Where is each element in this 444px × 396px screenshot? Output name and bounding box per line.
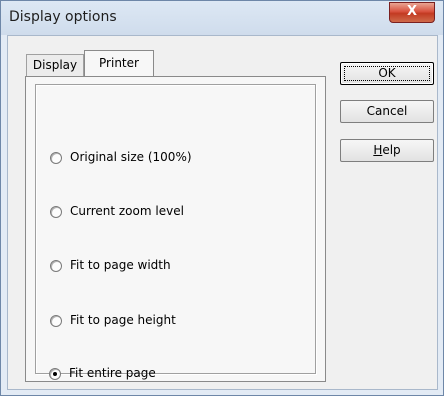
close-button[interactable]: X: [389, 2, 435, 23]
radio-original-size[interactable]: Original size (100%): [50, 149, 250, 169]
close-icon: X: [406, 4, 418, 19]
radio-current-zoom[interactable]: Current zoom level: [50, 203, 250, 223]
radio-fit-width[interactable]: Fit to page width: [50, 257, 250, 277]
tab-display[interactable]: Display: [26, 54, 84, 76]
printer-tab-panel: Original size (100%) Current zoom level …: [25, 76, 326, 382]
radio-label: Fit to page height: [70, 313, 176, 327]
scale-option-group: Original size (100%) Current zoom level …: [35, 84, 316, 374]
radio-label: Fit to page width: [70, 258, 171, 272]
dialog-window: Display options X Display Printer Origin…: [0, 0, 444, 396]
radio-button-selected[interactable]: [49, 368, 61, 380]
radio-fit-entire-page[interactable]: Fit entire page: [49, 365, 249, 385]
radio-label: Fit entire page: [69, 366, 156, 380]
radio-selected-dot: [53, 372, 57, 376]
ok-button[interactable]: OK: [340, 62, 434, 85]
cancel-button[interactable]: Cancel: [340, 100, 434, 123]
radio-label: Current zoom level: [70, 204, 184, 218]
help-label: elp: [382, 143, 401, 157]
dialog-client-area: Display Printer Original size (100%) Cur…: [7, 35, 438, 390]
tab-printer[interactable]: Printer: [84, 50, 154, 78]
radio-fit-height[interactable]: Fit to page height: [50, 312, 250, 332]
radio-button[interactable]: [50, 206, 62, 218]
focus-rectangle: [344, 66, 430, 81]
radio-button[interactable]: [50, 315, 62, 327]
radio-label: Original size (100%): [70, 150, 192, 164]
help-mnemonic: H: [373, 143, 383, 157]
window-title: Display options: [9, 9, 117, 25]
radio-button[interactable]: [50, 260, 62, 272]
help-button[interactable]: Help: [340, 139, 434, 162]
cancel-label: Cancel: [366, 104, 408, 118]
radio-button[interactable]: [50, 152, 62, 164]
title-bar[interactable]: Display options X: [1, 1, 443, 35]
